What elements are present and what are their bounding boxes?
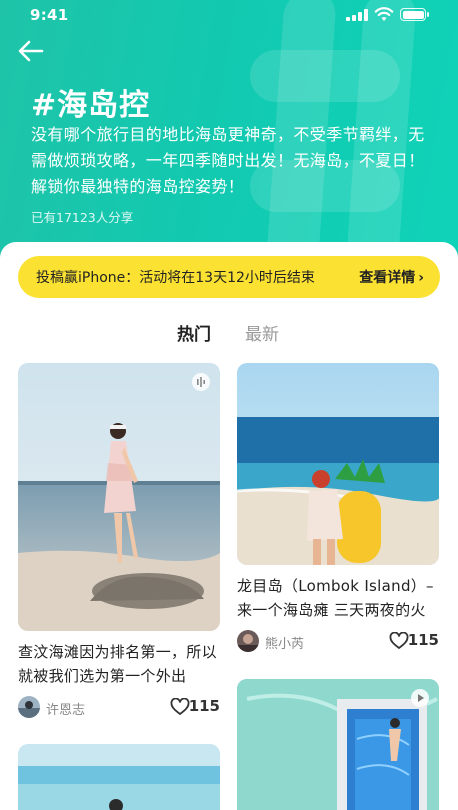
- promo-text: 投稿赢iPhone：活动将在13天12小时后结束: [36, 270, 315, 286]
- post-card[interactable]: 查汶海滩因为排名第一，所以就被我们选为第一个外出 许恩志 115: [18, 363, 220, 720]
- battery-icon: [400, 8, 429, 21]
- post-card[interactable]: [237, 679, 439, 810]
- tab-hot[interactable]: 热门: [177, 320, 211, 345]
- post-meta: 许恩志 115: [18, 696, 220, 720]
- avatar[interactable]: [18, 696, 40, 718]
- feed-tabs: 热门 最新: [0, 320, 458, 350]
- heart-icon[interactable]: [170, 698, 190, 716]
- signal-icon: [346, 9, 368, 21]
- topic-header: 9:41 #海岛控 没有哪个旅行目的地比海岛更神奇，不受季节羁绊，无需做烦琐攻略…: [0, 0, 458, 262]
- tab-new[interactable]: 最新: [245, 320, 279, 345]
- status-time: 9:41: [30, 6, 69, 24]
- wifi-icon: [374, 7, 394, 21]
- like-count: 115: [188, 697, 220, 715]
- post-title: 查汶海滩因为排名第一，所以就被我们选为第一个外出: [18, 643, 217, 685]
- chevron-right-icon: ›: [418, 270, 424, 286]
- video-badge-icon: [411, 689, 429, 707]
- like-count: 115: [407, 631, 439, 649]
- topic-description: 没有哪个旅行目的地比海岛更神奇，不受季节羁绊，无需做烦琐攻略，一年四季随时出发！…: [31, 125, 425, 196]
- avatar[interactable]: [237, 630, 259, 652]
- heart-icon[interactable]: [389, 632, 409, 650]
- promo-link-label: 查看详情: [359, 270, 416, 286]
- post-title: 龙目岛（Lombok Island）– 来一个海岛瘫 三天两夜的火: [237, 577, 434, 619]
- post-card[interactable]: 龙目岛（Lombok Island）– 来一个海岛瘫 三天两夜的火 熊小芮 11…: [237, 363, 439, 654]
- post-image: [18, 363, 220, 631]
- post-card[interactable]: [18, 744, 220, 810]
- author-name[interactable]: 熊小芮: [265, 633, 304, 652]
- author-name[interactable]: 许恩志: [46, 699, 85, 718]
- promo-details-link[interactable]: 查看详情 ›: [359, 267, 424, 287]
- status-bar: 9:41: [0, 0, 458, 30]
- back-arrow-icon[interactable]: [16, 36, 46, 66]
- topic-title: #海岛控: [31, 88, 151, 123]
- audio-badge-icon: [192, 373, 210, 391]
- share-count: 已有17123人分享: [31, 210, 134, 225]
- post-meta: 熊小芮 115: [237, 630, 439, 654]
- post-image: [237, 679, 439, 810]
- post-image: [237, 363, 439, 565]
- promo-banner[interactable]: 投稿赢iPhone：活动将在13天12小时后结束 查看详情 ›: [18, 256, 440, 298]
- post-image: [18, 744, 220, 810]
- content-panel: 投稿赢iPhone：活动将在13天12小时后结束 查看详情 › 热门 最新 查汶…: [0, 242, 458, 810]
